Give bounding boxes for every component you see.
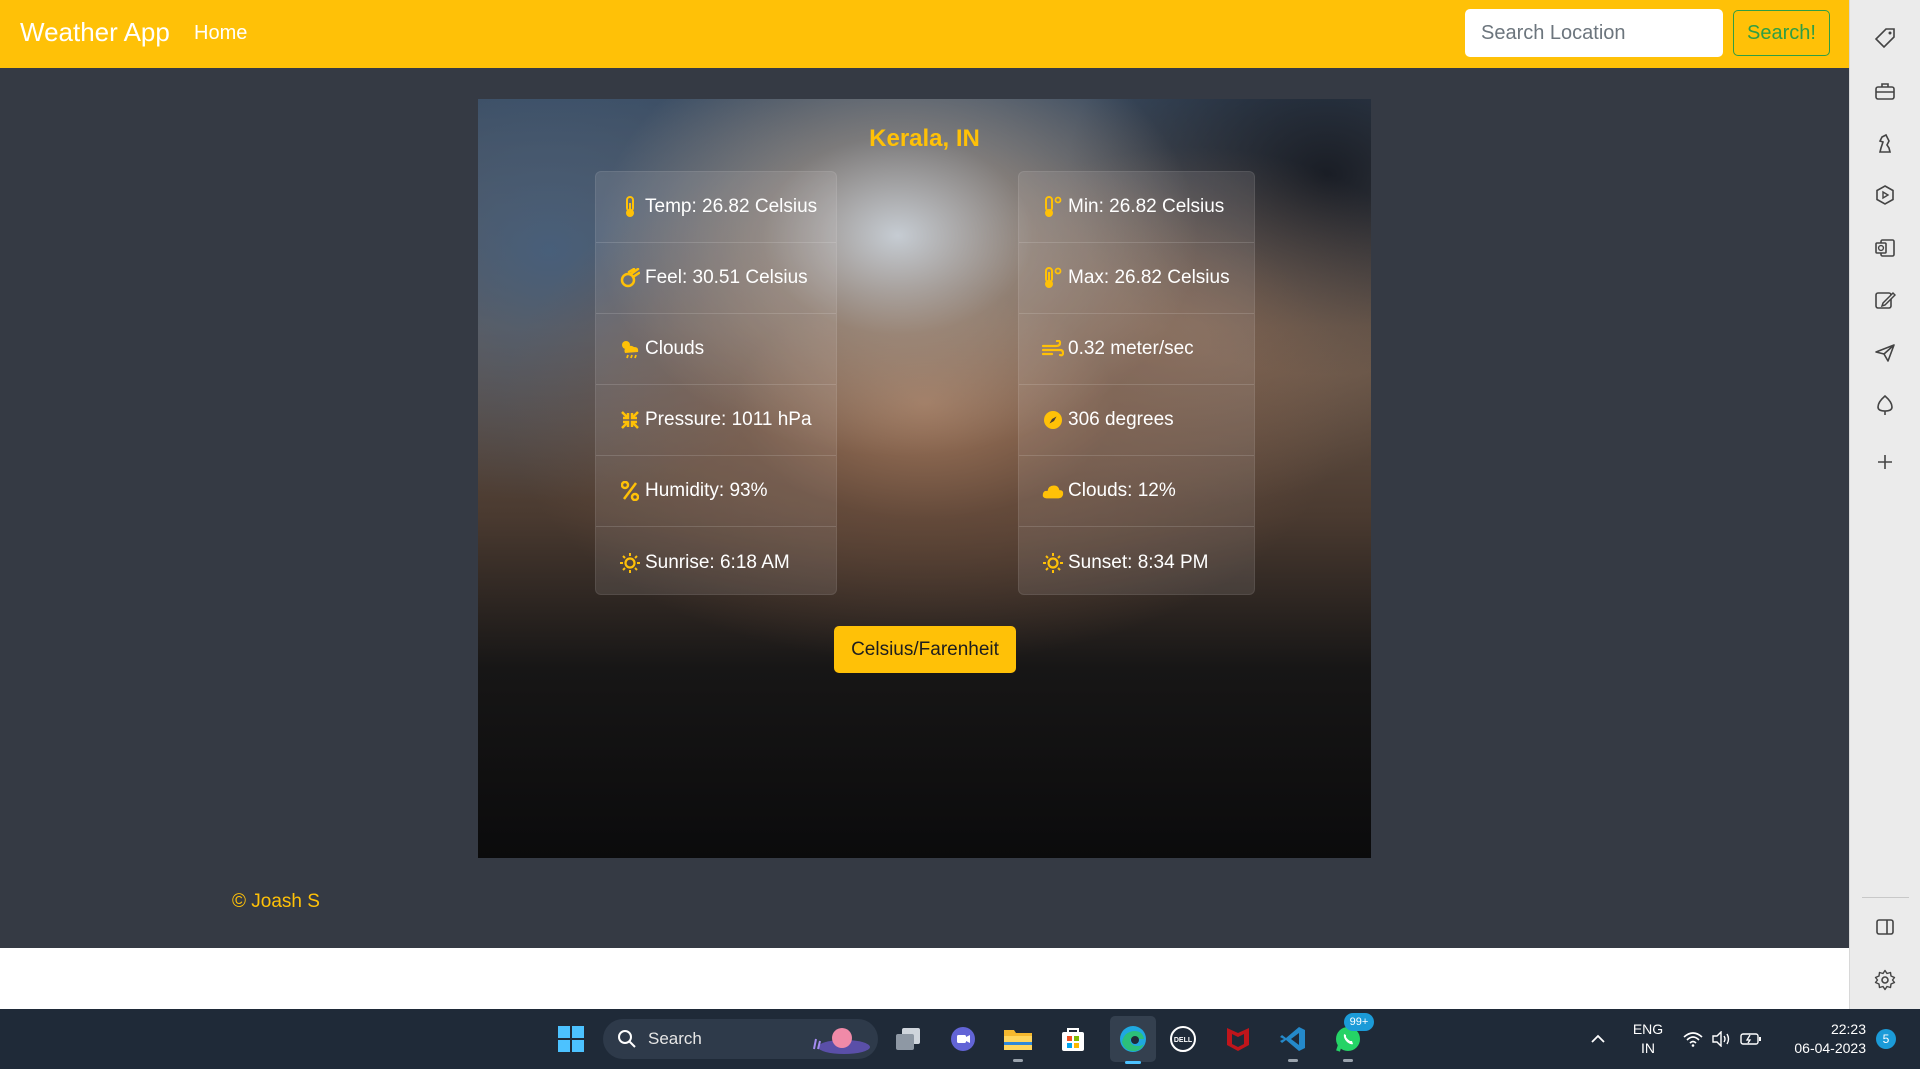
svg-text:DELL: DELL (1174, 1037, 1193, 1044)
battery-icon[interactable] (1738, 1021, 1764, 1057)
list-item: 0.32 meter/sec (1019, 314, 1254, 385)
wind-speed-text: 0.32 meter/sec (1068, 338, 1194, 359)
mcafee-icon[interactable] (1220, 1021, 1256, 1057)
navbar: Weather App Home Search! (0, 0, 1849, 68)
list-item: Humidity: 93% (596, 456, 836, 527)
edge-sidebar (1849, 0, 1920, 1009)
pressure-text: Pressure: 1011 hPa (645, 409, 812, 430)
outlook-icon[interactable] (1872, 235, 1898, 261)
running-indicator (1288, 1059, 1298, 1062)
search-highlight-icon (808, 1023, 870, 1060)
time-text: 22:23 (1830, 1021, 1866, 1037)
main-content: Kerala, IN Temp: 26.82 Celsius Feel: 30.… (0, 68, 1849, 948)
temperature-low-icon (1042, 196, 1064, 218)
language-indicator[interactable]: ENG IN (1628, 1020, 1668, 1058)
app-brand[interactable]: Weather App (20, 17, 170, 48)
wind-icon (1042, 338, 1064, 360)
list-item: Sunrise: 6:18 AM (596, 527, 836, 598)
location-title: Kerala, IN (869, 125, 980, 152)
home-link[interactable]: Home (194, 22, 247, 45)
send-icon[interactable] (1872, 340, 1898, 366)
search-icon (617, 1029, 637, 1054)
sun-icon (1042, 552, 1064, 574)
tree-icon[interactable] (1872, 392, 1898, 418)
browser-page: Weather App Home Search! Kerala, IN Temp… (0, 0, 1849, 948)
running-indicator (1343, 1059, 1353, 1062)
cloud-cover-text: Clouds: 12% (1068, 480, 1176, 501)
vscode-icon[interactable] (1275, 1021, 1311, 1062)
drawing-icon[interactable] (1872, 287, 1898, 313)
weather-details-right: Min: 26.82 Celsius Max: 26.82 Celsius 0.… (1018, 171, 1255, 595)
notification-count-badge[interactable]: 5 (1876, 1029, 1896, 1049)
running-indicator (1013, 1059, 1023, 1062)
sun-icon (619, 552, 641, 574)
max-temp-text: Max: 26.82 Celsius (1068, 267, 1230, 288)
thermometer-icon (619, 196, 641, 218)
add-icon[interactable] (1872, 449, 1898, 475)
notification-badge: 99+ (1344, 1013, 1374, 1031)
cloud-icon (1042, 480, 1064, 502)
humidity-text: Humidity: 93% (645, 480, 768, 501)
list-item: Temp: 26.82 Celsius (596, 172, 836, 243)
clock[interactable]: 22:23 06-04-2023 (1776, 1020, 1866, 1058)
meteor-icon (619, 267, 641, 289)
compass-icon (1042, 409, 1064, 431)
sidebar-divider (1862, 897, 1909, 898)
unit-toggle-button[interactable]: Celsius/Farenheit (834, 626, 1016, 673)
microsoft-store-icon[interactable] (1055, 1021, 1091, 1057)
search-button[interactable]: Search! (1733, 10, 1830, 56)
list-item: Min: 26.82 Celsius (1019, 172, 1254, 243)
percent-icon (619, 480, 641, 502)
dell-icon[interactable]: DELL (1165, 1021, 1201, 1057)
list-item: Clouds: 12% (1019, 456, 1254, 527)
list-item: Max: 26.82 Celsius (1019, 243, 1254, 314)
list-item: Feel: 30.51 Celsius (596, 243, 836, 314)
whatsapp-icon[interactable]: 99+ (1330, 1013, 1374, 1062)
tag-icon[interactable] (1872, 25, 1898, 51)
task-view-icon[interactable] (890, 1021, 926, 1057)
windows-start-icon[interactable] (553, 1021, 589, 1057)
date-text: 06-04-2023 (1794, 1040, 1866, 1056)
region-text: IN (1641, 1040, 1655, 1056)
compress-arrows-icon (619, 409, 641, 431)
volume-icon[interactable] (1709, 1021, 1735, 1057)
taskbar: Search DELL 99+ ENG IN 22:23 06-04-2023 … (0, 1009, 1920, 1069)
list-item: Clouds (596, 314, 836, 385)
active-indicator (1125, 1061, 1141, 1064)
sunrise-text: Sunrise: 6:18 AM (645, 551, 790, 573)
teams-chat-icon[interactable] (945, 1021, 981, 1057)
sunset-text: Sunset: 8:34 PM (1068, 551, 1209, 573)
list-item: Pressure: 1011 hPa (596, 385, 836, 456)
edge-browser-icon[interactable] (1110, 1016, 1156, 1064)
chess-icon[interactable] (1872, 130, 1898, 156)
footer-copyright: © Joash S (232, 891, 320, 912)
weather-details-left: Temp: 26.82 Celsius Feel: 30.51 Celsius … (595, 171, 837, 595)
condition-text: Clouds (645, 338, 705, 359)
search-location-input[interactable] (1465, 9, 1723, 57)
taskbar-search-label: Search (648, 1029, 702, 1048)
language-text: ENG (1632, 1021, 1664, 1037)
chevron-up-icon[interactable] (1580, 1021, 1616, 1057)
taskbar-search[interactable]: Search (603, 1019, 878, 1059)
wifi-icon[interactable] (1680, 1021, 1706, 1057)
list-item: 306 degrees (1019, 385, 1254, 456)
min-temp-text: Min: 26.82 Celsius (1068, 196, 1225, 217)
weather-card: Kerala, IN Temp: 26.82 Celsius Feel: 30.… (478, 99, 1371, 858)
temperature-high-icon (1042, 267, 1064, 289)
toolbox-icon[interactable] (1872, 78, 1898, 104)
wind-direction-text: 306 degrees (1068, 409, 1174, 430)
cloud-sun-rain-icon (619, 338, 641, 360)
file-explorer-icon[interactable] (1000, 1021, 1036, 1062)
temp-text: Temp: 26.82 Celsius (645, 196, 818, 217)
split-screen-icon[interactable] (1872, 914, 1898, 940)
settings-icon[interactable] (1872, 967, 1898, 993)
feel-text: Feel: 30.51 Celsius (645, 267, 808, 288)
games-icon[interactable] (1872, 182, 1898, 208)
list-item: Sunset: 8:34 PM (1019, 527, 1254, 598)
